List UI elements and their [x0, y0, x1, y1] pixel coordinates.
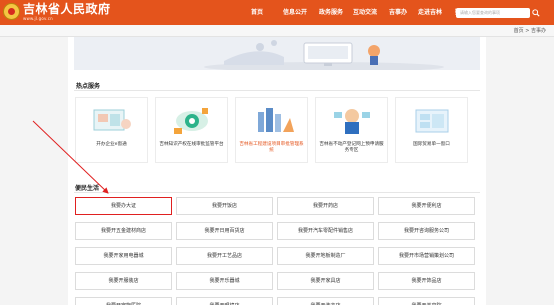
nav-item-info[interactable]: 信息公开 [276, 0, 314, 25]
service-item[interactable]: 我要开乐器城 [176, 272, 273, 290]
site-logo[interactable]: 吉林省人民政府 www.jl.gov.cn [3, 3, 111, 21]
service-item[interactable]: 我要开饰品店 [378, 272, 475, 290]
hot-service-label: 吉林省不动产登记网上预申请服务专区 [319, 142, 384, 153]
construction-approval-icon [258, 108, 294, 132]
national-emblem-icon [3, 3, 20, 20]
hot-service-label: 吉林省工程建设项目审批管理系统 [239, 142, 304, 153]
service-item[interactable]: 我要开洗衣店 [277, 297, 374, 305]
service-item[interactable]: 我要开饭店 [176, 197, 273, 215]
hot-service-card[interactable]: 开办企业e窗通 [75, 97, 148, 163]
hot-service-label: 开办企业e窗通 [96, 142, 127, 147]
ip-approval-icon [174, 108, 208, 134]
service-item[interactable]: 我要开汽车零配件销售店 [277, 222, 374, 240]
breadcrumb[interactable]: 首页 > 吉事办 [514, 27, 546, 34]
main-nav: 首页 信息公开 政务服务 互动交流 吉事办 走进吉林 数据 [238, 0, 476, 25]
nav-item-jishiban[interactable]: 吉事办 [382, 0, 414, 25]
site-url: www.jl.gov.cn [23, 16, 53, 21]
service-item[interactable]: 我要开家用电器城 [75, 247, 172, 265]
service-item[interactable]: 我要开地板制造厂 [277, 247, 374, 265]
service-item[interactable]: 我要开工艺品店 [176, 247, 273, 265]
nav-item-jilin[interactable]: 走进吉林 [414, 0, 446, 25]
search-icon [532, 9, 540, 17]
banner-illustration [74, 37, 480, 70]
nav-item-home[interactable]: 首页 [238, 0, 276, 25]
business-window-icon [93, 109, 131, 131]
hot-service-card[interactable]: 吉林知识产权在线审批监管平台 [155, 97, 228, 163]
service-item[interactable]: 我要开宠物医院 [75, 297, 172, 305]
nav-item-services[interactable]: 政务服务 [314, 0, 348, 25]
search-input[interactable]: 请输入您要查询的事项 [456, 8, 530, 18]
service-item[interactable]: 我要开眼镜店 [176, 297, 273, 305]
site-header: 吉林省人民政府 www.jl.gov.cn 首页 信息公开 政务服务 互动交流 … [0, 0, 554, 25]
service-item[interactable]: 我要开美容院 [378, 297, 475, 305]
service-item[interactable]: 我要开咨询服务公司 [378, 222, 475, 240]
trade-window-icon [415, 109, 449, 133]
service-item[interactable]: 我要开五金建材商店 [75, 222, 172, 240]
real-estate-registration-icon [334, 109, 370, 134]
hot-service-card[interactable]: 吉林省工程建设项目审批管理系统 [235, 97, 308, 163]
banner-image[interactable] [74, 37, 480, 70]
hot-services-title: 热点服务 [76, 83, 101, 90]
service-item[interactable]: 我要开药店 [277, 197, 374, 215]
breadcrumb-bar: 首页 > 吉事办 [0, 25, 554, 37]
service-item[interactable]: 我要开家具店 [277, 272, 374, 290]
hot-service-card[interactable]: 吉林省不动产登记网上预申请服务专区 [315, 97, 388, 163]
page: 吉林省人民政府 www.jl.gov.cn 首页 信息公开 政务服务 互动交流 … [0, 0, 554, 305]
hot-services-divider [74, 90, 480, 91]
service-item[interactable]: 我要开市场营销策划公司 [378, 247, 475, 265]
search-button[interactable] [531, 8, 541, 18]
site-title: 吉林省人民政府 [23, 2, 111, 16]
service-item[interactable]: 我要开日用百货店 [176, 222, 273, 240]
hot-service-label: 吉林知识产权在线审批监管平台 [159, 142, 224, 147]
life-services-title: 便民生活 [75, 185, 100, 192]
service-item-highlighted[interactable]: 我要办大证 [75, 197, 172, 215]
service-item[interactable]: 我要开便利店 [378, 197, 475, 215]
hot-service-label: 国际贸易单一窗口 [413, 142, 450, 147]
life-services-divider [74, 192, 480, 193]
nav-item-interaction[interactable]: 互动交流 [348, 0, 382, 25]
hot-service-card[interactable]: 国际贸易单一窗口 [395, 97, 468, 163]
service-item[interactable]: 我要开服装店 [75, 272, 172, 290]
